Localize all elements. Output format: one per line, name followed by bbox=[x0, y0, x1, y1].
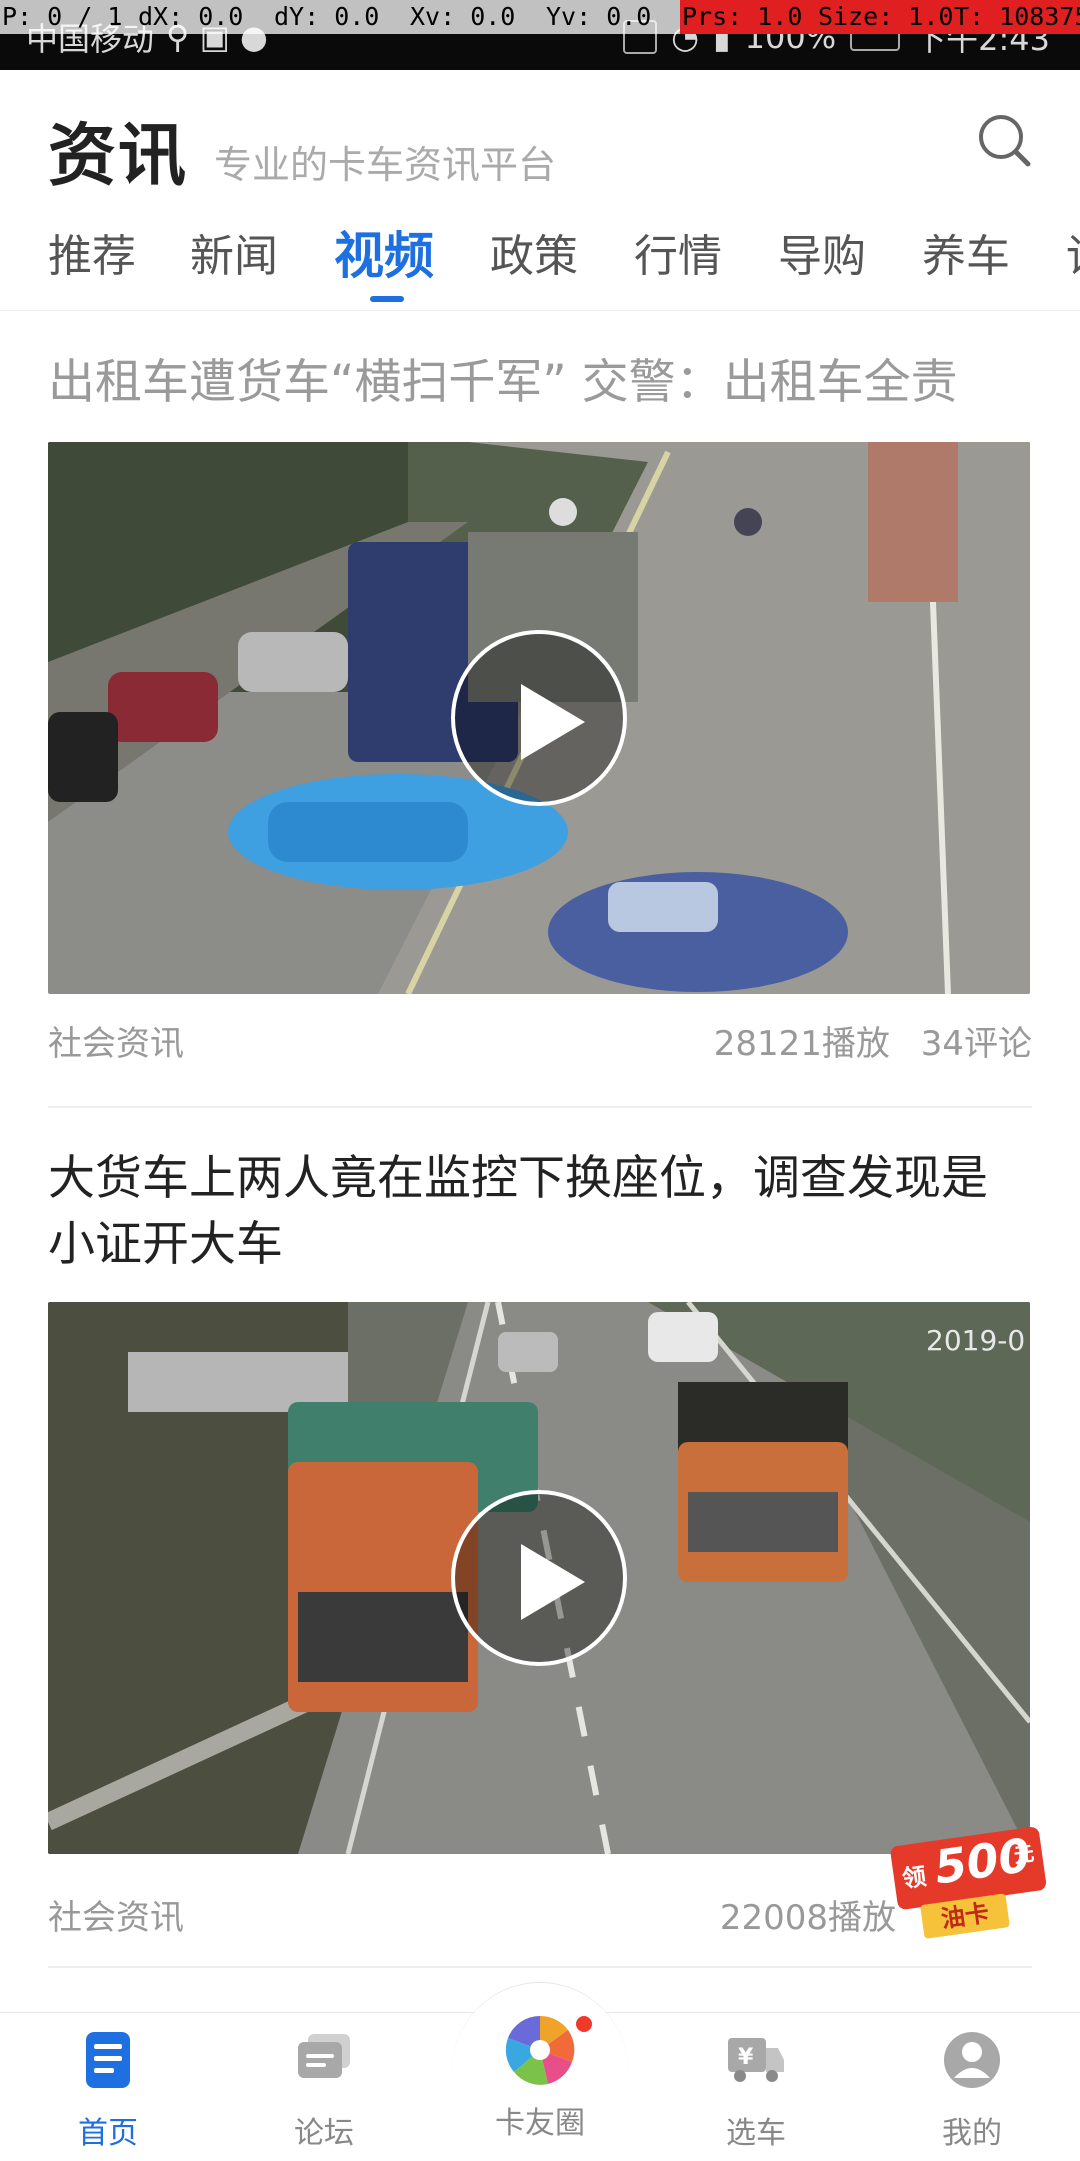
nav-label: 论坛 bbox=[294, 2116, 354, 2151]
user-profile-icon bbox=[944, 2032, 1000, 2088]
nav-home[interactable]: 首页 bbox=[38, 2030, 178, 2152]
debug-dy: dY: 0.0 bbox=[272, 0, 408, 34]
debug-size: Size: 1.0 bbox=[816, 0, 952, 34]
feed-item[interactable]: 大货车上两人竟在监控下换座位，调查发现是小证开大车 2019-0 社会资讯 22… bbox=[48, 1146, 1032, 1938]
article-title[interactable]: 大货车上两人竟在监控下换座位，调查发现是小证开大车 bbox=[48, 1146, 1032, 1278]
play-button[interactable] bbox=[451, 1490, 627, 1666]
debug-dx: dX: 0.0 bbox=[136, 0, 272, 34]
tab-recommend[interactable]: 推荐 bbox=[48, 220, 136, 284]
comment-count[interactable]: 34评论 bbox=[921, 1024, 1032, 1064]
debug-time: T: 108375 bbox=[952, 0, 1080, 34]
nav-choose-truck[interactable]: ¥ 选车 bbox=[686, 2030, 826, 2152]
article-source: 社会资讯 bbox=[48, 1024, 184, 1064]
debug-pressure: Prs: 1.0 bbox=[680, 0, 816, 34]
play-count: 22008播放 bbox=[719, 1898, 896, 1938]
article-stats: 22008播放 bbox=[720, 1890, 896, 1939]
nav-label: 卡友圈 bbox=[495, 2106, 585, 2141]
feed-item[interactable]: 出租车遭货车“横扫千军” 交警：出租车全责 社会资讯 28121播放 34评论 bbox=[48, 350, 1032, 1064]
article-stats: 28121播放 34评论 bbox=[714, 1016, 1032, 1065]
debug-pointer-count: P: 0 / 1 bbox=[0, 0, 136, 34]
notification-dot bbox=[576, 2016, 592, 2032]
feed-divider bbox=[48, 1966, 1032, 1968]
forum-chat-icon bbox=[298, 2034, 350, 2078]
active-tab-indicator bbox=[370, 296, 404, 302]
nav-label: 选车 bbox=[726, 2116, 786, 2151]
nav-forum[interactable]: 论坛 bbox=[254, 2030, 394, 2152]
video-thumbnail[interactable]: 2019-0 bbox=[48, 1302, 1030, 1854]
tab-buying-guide[interactable]: 导购 bbox=[778, 220, 866, 284]
article-title[interactable]: 出租车遭货车“横扫千军” 交警：出租车全责 bbox=[48, 350, 1032, 416]
tab-forum-partial[interactable]: 论 bbox=[1066, 220, 1080, 284]
tab-car-care[interactable]: 养车 bbox=[922, 220, 1010, 284]
page-title: 资讯 bbox=[48, 116, 189, 196]
category-tabs: 推荐 新闻 视频 政策 行情 导购 养车 论 bbox=[0, 210, 1080, 310]
tab-market[interactable]: 行情 bbox=[634, 220, 722, 284]
nav-truck-friends[interactable]: 卡友圈 bbox=[470, 2010, 610, 2142]
page-slogan: 专业的卡车资讯平台 bbox=[214, 143, 557, 187]
pointer-debug-overlay: P: 0 / 1 dX: 0.0 dY: 0.0 Xv: 0.0 Yv: 0.0… bbox=[0, 0, 1080, 34]
play-button[interactable] bbox=[451, 630, 627, 806]
tab-news[interactable]: 新闻 bbox=[190, 220, 278, 284]
nav-profile[interactable]: 我的 bbox=[902, 2030, 1042, 2152]
tab-policy[interactable]: 政策 bbox=[490, 220, 578, 284]
debug-xv: Xv: 0.0 bbox=[408, 0, 544, 34]
debug-yv: Yv: 0.0 bbox=[544, 0, 680, 34]
pinwheel-icon bbox=[505, 2015, 575, 2085]
play-count: 28121播放 bbox=[713, 1024, 890, 1064]
video-timestamp: 2019-0 bbox=[926, 1324, 1025, 1357]
home-doc-icon bbox=[86, 2032, 130, 2088]
fuel-card-promo-badge[interactable]: 领 500 元 油卡 bbox=[889, 1826, 1053, 1948]
svg-text:¥: ¥ bbox=[738, 2045, 754, 2070]
promo-unit: 元 bbox=[1012, 1841, 1036, 1868]
article-source: 社会资讯 bbox=[48, 1898, 184, 1938]
nav-label: 我的 bbox=[942, 2116, 1002, 2151]
promo-prefix: 领 bbox=[900, 1862, 929, 1894]
video-thumbnail[interactable] bbox=[48, 442, 1030, 994]
search-icon[interactable] bbox=[976, 112, 1032, 168]
feed-divider bbox=[48, 1106, 1032, 1108]
truck-yuan-icon: ¥ bbox=[728, 2038, 784, 2082]
app-header: 资讯 专业的卡车资讯平台 推荐 新闻 视频 政策 行情 导购 养车 论 bbox=[0, 70, 1080, 311]
nav-label: 首页 bbox=[78, 2116, 138, 2151]
tab-video[interactable]: 视频 bbox=[334, 216, 434, 288]
